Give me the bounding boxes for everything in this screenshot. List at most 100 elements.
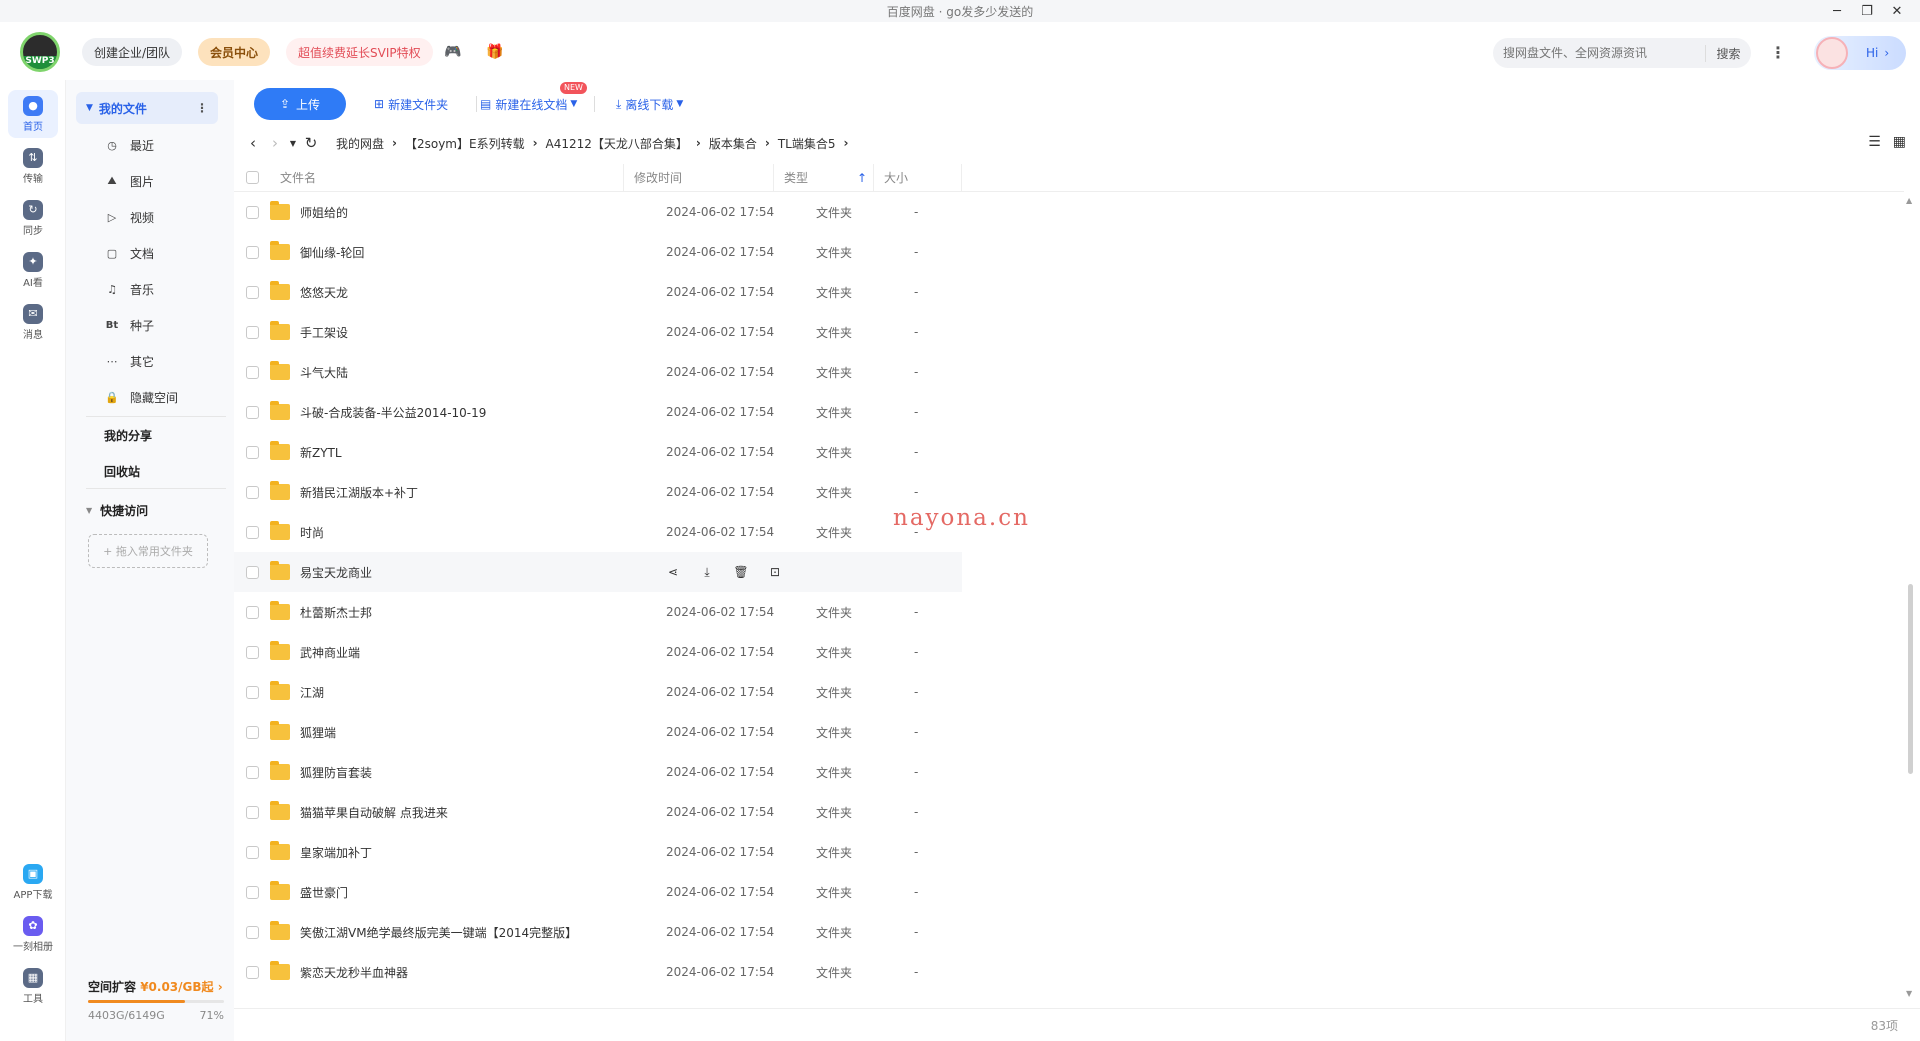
back-icon[interactable]: ‹ — [242, 134, 264, 152]
new-folder-button[interactable]: ⊞ 新建文件夹 — [374, 88, 448, 120]
row-checkbox[interactable] — [245, 805, 259, 819]
file-name[interactable]: 皇家端加补丁 — [300, 844, 372, 861]
sidebar-item-recent[interactable]: ◷ 最近 — [104, 133, 154, 157]
table-row[interactable]: 易宝天龙商业 ⋖ ⤓ 🗑 ⊡ — [234, 552, 962, 592]
rail-item-transfer[interactable]: ⇅ 传输 — [8, 142, 58, 190]
column-header-name[interactable]: 文件名 — [270, 163, 624, 192]
breadcrumb-item[interactable]: TL端集合5 — [778, 135, 836, 152]
download-icon[interactable]: ⤓ — [700, 565, 714, 579]
file-name[interactable]: 新猎民江湖版本+补丁 — [300, 484, 418, 501]
scroll-up-icon[interactable]: ▲ — [1906, 196, 1912, 205]
grid-view-icon[interactable]: ▦ — [1893, 134, 1906, 150]
table-row[interactable]: 时尚 2024-06-02 17:54 文件夹 - — [234, 512, 1904, 552]
rail-item-tools[interactable]: ▦ 工具 — [8, 962, 58, 1010]
table-row[interactable]: 皇家端加补丁 2024-06-02 17:54 文件夹 - — [234, 832, 1904, 872]
file-name[interactable]: 新ZYTL — [300, 444, 342, 461]
row-checkbox[interactable] — [245, 205, 259, 219]
table-row[interactable]: 盛世豪门 2024-06-02 17:54 文件夹 - — [234, 872, 1904, 912]
row-checkbox[interactable] — [245, 325, 259, 339]
file-name[interactable]: 易宝天龙商业 — [300, 564, 372, 581]
sidebar-item-torrents[interactable]: Bt 种子 — [104, 313, 154, 337]
file-name[interactable]: 盛世豪门 — [300, 884, 348, 901]
table-row[interactable]: 御仙缘-轮回 2024-06-02 17:54 文件夹 - — [234, 232, 1904, 272]
file-name[interactable]: 斗气大陆 — [300, 364, 348, 381]
search-button[interactable]: 搜索 — [1705, 44, 1751, 62]
share-icon[interactable]: ⋖ — [666, 565, 680, 579]
sidebar-item-documents[interactable]: ▢ 文档 — [104, 241, 154, 265]
delete-icon[interactable]: 🗑 — [733, 565, 748, 579]
table-row[interactable]: 狐狸端 2024-06-02 17:54 文件夹 - — [234, 712, 1904, 752]
row-checkbox[interactable] — [245, 565, 259, 579]
file-name[interactable]: 时尚 — [300, 524, 324, 541]
table-row[interactable]: 手工架设 2024-06-02 17:54 文件夹 - — [234, 312, 1904, 352]
storage-panel[interactable]: 空间扩容 ¥0.03/GB起 › 4403G/6149G 71% — [88, 978, 224, 1022]
row-checkbox[interactable] — [245, 885, 259, 899]
row-checkbox[interactable] — [245, 525, 259, 539]
file-name[interactable]: 御仙缘-轮回 — [300, 244, 364, 261]
more-actions-icon[interactable]: ⊡ — [768, 565, 782, 579]
file-name[interactable]: 杜蕾斯杰士邦 — [300, 604, 372, 621]
svip-renew-button[interactable]: 超值续费延长SVIP特权 — [286, 38, 433, 66]
sidebar-item-hidden-space[interactable]: 🔒 隐藏空间 — [104, 385, 178, 409]
app-logo[interactable]: SWP3 — [20, 32, 60, 72]
table-row[interactable]: 武神商业端 2024-06-02 17:54 文件夹 - — [234, 632, 1904, 672]
more-menu-icon[interactable]: ⋮ — [1768, 44, 1788, 64]
scrollbar-thumb[interactable] — [1908, 584, 1913, 774]
sidebar-recycle-bin[interactable]: 回收站 — [104, 463, 140, 480]
table-row[interactable]: 笑傲江湖VM绝学最终版完美一键端【2014完整版】 2024-06-02 17:… — [234, 912, 1904, 952]
file-name[interactable]: 斗破-合成装备-半公益2014-10-19 — [300, 404, 486, 421]
row-checkbox[interactable] — [245, 285, 259, 299]
create-team-button[interactable]: 创建企业/团队 — [82, 38, 183, 66]
row-checkbox[interactable] — [245, 365, 259, 379]
sidebar-my-files[interactable]: ▼ 我的文件 ⋮ — [76, 92, 218, 124]
file-name[interactable]: 狐狸端 — [300, 724, 336, 741]
more-icon[interactable]: ⋮ — [196, 101, 208, 115]
gift-icon[interactable]: 🎁 — [486, 44, 504, 60]
row-checkbox[interactable] — [245, 925, 259, 939]
file-name[interactable]: 师姐给的 — [300, 204, 348, 221]
table-row[interactable]: 师姐给的 2024-06-02 17:54 文件夹 - — [234, 192, 1904, 232]
upload-button[interactable]: ⇪ 上传 — [254, 88, 346, 120]
close-button[interactable]: ✕ — [1882, 4, 1912, 19]
row-checkbox[interactable] — [245, 965, 259, 979]
rail-item-album[interactable]: ✿ 一刻相册 — [8, 910, 58, 958]
breadcrumb-item[interactable]: A41212【天龙八部合集】 — [546, 135, 688, 152]
row-checkbox[interactable] — [245, 765, 259, 779]
table-row[interactable]: 猫猫苹果自动破解 点我进来 2024-06-02 17:54 文件夹 - — [234, 792, 1904, 832]
row-checkbox[interactable] — [245, 485, 259, 499]
quick-access-drop-zone[interactable]: + 拖入常用文件夹 — [88, 534, 208, 568]
file-name[interactable]: 江湖 — [300, 684, 324, 701]
file-name[interactable]: 紫恋天龙秒半血神器 — [300, 964, 408, 981]
table-row[interactable]: 新ZYTL 2024-06-02 17:54 文件夹 - — [234, 432, 1904, 472]
file-name[interactable]: 狐狸防盲套装 — [300, 764, 372, 781]
table-row[interactable]: 悠悠天龙 2024-06-02 17:54 文件夹 - — [234, 272, 1904, 312]
select-all-checkbox[interactable] — [245, 171, 259, 184]
column-header-type[interactable]: 类型 ↑ — [774, 163, 874, 192]
table-row[interactable]: 狐狸防盲套装 2024-06-02 17:54 文件夹 - — [234, 752, 1904, 792]
row-checkbox[interactable] — [245, 645, 259, 659]
forward-icon[interactable]: › — [264, 134, 286, 152]
restore-button[interactable]: ❐ — [1852, 4, 1882, 19]
user-profile[interactable]: Hi › — [1814, 36, 1906, 70]
file-name[interactable]: 笑傲江湖VM绝学最终版完美一键端【2014完整版】 — [300, 924, 577, 941]
scroll-down-icon[interactable]: ▼ — [1906, 989, 1912, 998]
rail-item-home[interactable]: ● 首页 — [8, 90, 58, 138]
game-icon[interactable]: 🎮 — [444, 44, 462, 60]
table-row[interactable]: 杜蕾斯杰士邦 2024-06-02 17:54 文件夹 - — [234, 592, 1904, 632]
search-input[interactable] — [1503, 46, 1705, 60]
file-name[interactable]: 猫猫苹果自动破解 点我进来 — [300, 804, 448, 821]
file-name[interactable]: 悠悠天龙 — [300, 284, 348, 301]
vip-center-button[interactable]: 会员中心 — [198, 38, 271, 66]
row-checkbox[interactable] — [245, 445, 259, 459]
column-header-size[interactable]: 大小 — [874, 163, 962, 192]
minimize-button[interactable]: ─ — [1822, 4, 1852, 19]
rail-item-app-download[interactable]: ▣ APP下载 — [8, 858, 58, 906]
breadcrumb-item[interactable]: 【2soym】E系列转载 — [405, 135, 525, 152]
row-checkbox[interactable] — [245, 605, 259, 619]
rail-item-ai[interactable]: ✦ AI看 — [8, 246, 58, 294]
breadcrumb-item[interactable]: 我的网盘 — [336, 135, 384, 152]
row-checkbox[interactable] — [245, 245, 259, 259]
table-row[interactable]: 斗破-合成装备-半公益2014-10-19 2024-06-02 17:54 文… — [234, 392, 1904, 432]
sidebar-item-images[interactable]: ⛰ 图片 — [104, 169, 154, 193]
history-dropdown-icon[interactable]: ▼ — [286, 139, 300, 148]
